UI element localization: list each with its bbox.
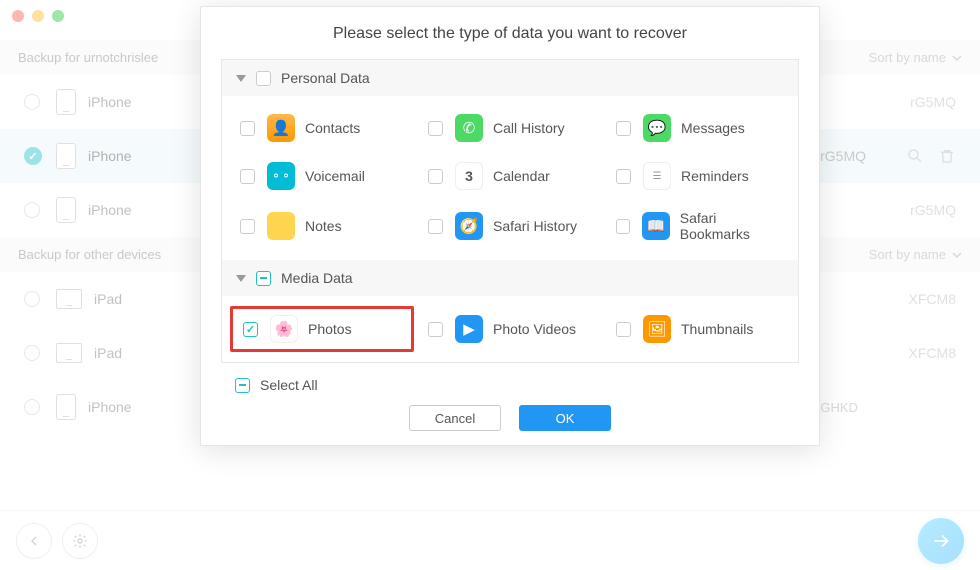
checkbox[interactable] [616, 169, 631, 184]
checkbox[interactable] [428, 169, 443, 184]
personal-grid: 👤 Contacts ✆ Call History 💬 Messages ⚬⚬ … [222, 96, 798, 260]
checkbox[interactable] [240, 219, 255, 234]
contacts-icon: 👤 [267, 114, 295, 142]
photo-videos-icon: ▶ [455, 315, 483, 343]
safari-icon: 🧭 [455, 212, 483, 240]
item-label: Photo Videos [493, 321, 576, 337]
checkbox[interactable] [616, 322, 631, 337]
item-calendar[interactable]: 3 Calendar [416, 152, 604, 200]
checkbox[interactable] [240, 169, 255, 184]
item-messages[interactable]: 💬 Messages [604, 104, 792, 152]
voicemail-icon: ⚬⚬ [267, 162, 295, 190]
checkbox[interactable] [428, 322, 443, 337]
calendar-icon: 3 [455, 162, 483, 190]
chevron-down-icon [236, 75, 246, 82]
checkbox[interactable] [428, 219, 443, 234]
messages-icon: 💬 [643, 114, 671, 142]
item-call-history[interactable]: ✆ Call History [416, 104, 604, 152]
item-voicemail[interactable]: ⚬⚬ Voicemail [228, 152, 416, 200]
ok-button[interactable]: OK [519, 405, 611, 431]
select-all-row[interactable]: Select All [201, 363, 819, 395]
checkbox[interactable] [616, 219, 630, 234]
category-label: Media Data [281, 270, 353, 286]
item-label: Safari History [493, 218, 577, 234]
modal-buttons: Cancel OK [201, 405, 819, 431]
checkbox[interactable] [428, 121, 443, 136]
item-label: Voicemail [305, 168, 365, 184]
photos-icon: 🌸 [270, 315, 298, 343]
chevron-down-icon [236, 275, 246, 282]
checkbox-personal[interactable] [256, 71, 271, 86]
item-thumbnails[interactable]: 🖼 Thumbnails [604, 304, 792, 354]
item-safari-history[interactable]: 🧭 Safari History [416, 200, 604, 252]
category-header-personal[interactable]: Personal Data [222, 60, 798, 96]
item-safari-bookmarks[interactable]: 📖 Safari Bookmarks [604, 200, 792, 252]
media-grid: 🌸 Photos ▶ Photo Videos 🖼 Thumbnails [222, 296, 798, 362]
item-label: Safari Bookmarks [680, 210, 780, 242]
recovery-type-modal: Please select the type of data you want … [200, 6, 820, 446]
modal-title: Please select the type of data you want … [201, 25, 819, 43]
checkbox-checked[interactable] [243, 322, 258, 337]
item-label: Notes [305, 218, 342, 234]
checkbox[interactable] [616, 121, 631, 136]
category-label: Personal Data [281, 70, 370, 86]
item-label: Photos [308, 321, 352, 337]
cancel-button[interactable]: Cancel [409, 405, 501, 431]
item-label: Contacts [305, 120, 360, 136]
item-photos[interactable]: 🌸 Photos [230, 306, 414, 352]
bookmarks-icon: 📖 [642, 212, 670, 240]
thumbnails-icon: 🖼 [643, 315, 671, 343]
category-panel: Personal Data 👤 Contacts ✆ Call History … [221, 59, 799, 363]
item-reminders[interactable]: ☰ Reminders [604, 152, 792, 200]
checkbox[interactable] [240, 121, 255, 136]
notes-icon [267, 212, 295, 240]
item-label: Reminders [681, 168, 749, 184]
category-header-media[interactable]: Media Data [222, 260, 798, 296]
item-label: Messages [681, 120, 745, 136]
item-notes[interactable]: Notes [228, 200, 416, 252]
item-photo-videos[interactable]: ▶ Photo Videos [416, 304, 604, 354]
select-all-label: Select All [260, 377, 318, 393]
item-label: Call History [493, 120, 565, 136]
item-contacts[interactable]: 👤 Contacts [228, 104, 416, 152]
checkbox-media[interactable] [256, 271, 271, 286]
item-label: Thumbnails [681, 321, 753, 337]
item-label: Calendar [493, 168, 550, 184]
select-all-checkbox[interactable] [235, 378, 250, 393]
reminders-icon: ☰ [643, 162, 671, 190]
phone-icon: ✆ [455, 114, 483, 142]
